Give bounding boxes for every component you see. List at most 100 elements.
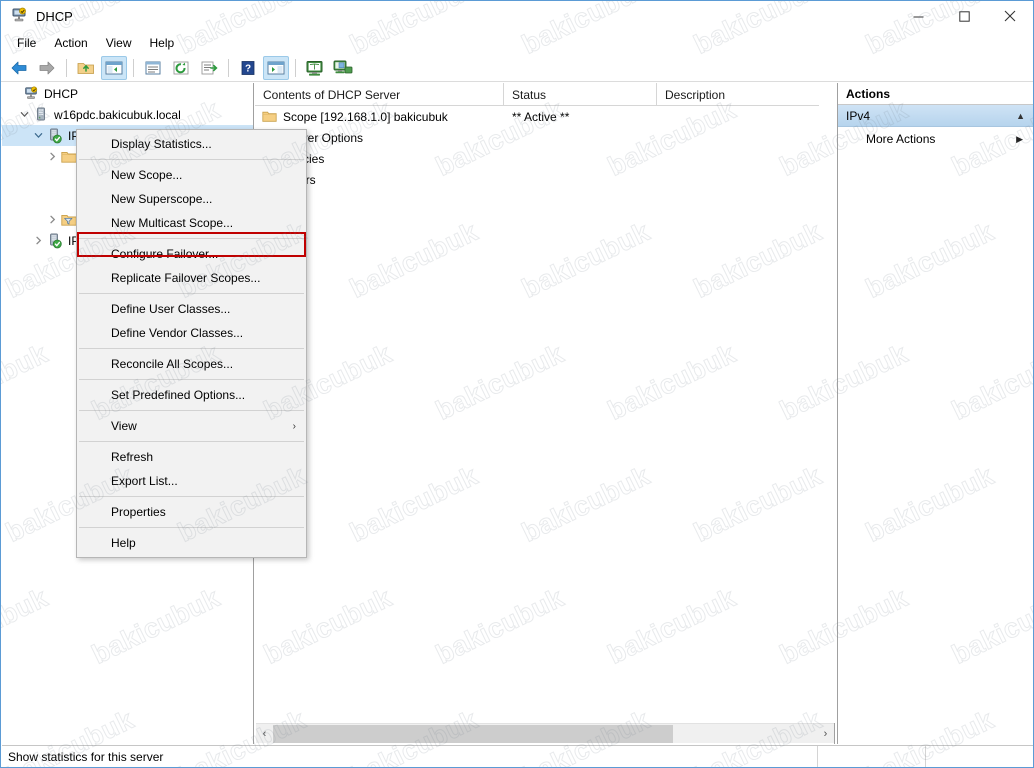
scroll-left-button[interactable]: ‹ — [256, 725, 273, 743]
dhcp-root-icon — [22, 85, 40, 103]
menu-item-configure-failover[interactable]: Configure Failover... — [77, 242, 306, 266]
list-body: Scope [192.168.1.0] bakicubuk ** Active … — [255, 106, 834, 744]
status-bar-text: Show statistics for this server — [8, 750, 164, 764]
chevron-up-icon[interactable]: ▲ — [1016, 111, 1025, 121]
tree-node-label: DHCP — [44, 86, 79, 101]
menu-item-new-multicast-scope[interactable]: New Multicast Scope... — [77, 211, 306, 235]
menu-item-replicate-failover-scopes[interactable]: Replicate Failover Scopes... — [77, 266, 306, 290]
menu-separator — [79, 496, 304, 497]
tree-node-server[interactable]: w16pdc.bakicubuk.local — [2, 104, 253, 125]
menu-item-new-superscope[interactable]: New Superscope... — [77, 187, 306, 211]
export-list-icon[interactable] — [196, 56, 222, 80]
scroll-right-button[interactable]: › — [817, 725, 834, 743]
chevron-right-icon[interactable] — [44, 209, 60, 230]
list-column-headers: Contents of DHCP Server Status Descripti… — [255, 83, 834, 106]
ipv6-icon — [46, 232, 64, 250]
refresh-icon[interactable] — [168, 56, 194, 80]
scrollbar-track[interactable] — [673, 724, 817, 743]
menu-item-display-statistics[interactable]: Display Statistics... — [77, 132, 306, 156]
table-row[interactable]: Scope [192.168.1.0] bakicubuk ** Active … — [255, 106, 834, 127]
action-more-actions[interactable]: More Actions ▶ — [838, 127, 1033, 151]
dhcp-console-window: DHCP File Action View Help ? DHCP w16pdc… — [0, 0, 1034, 768]
menu-help[interactable]: Help — [141, 33, 184, 53]
menu-item-new-scope[interactable]: New Scope... — [77, 163, 306, 187]
chevron-right-icon[interactable] — [44, 146, 60, 167]
window-title: DHCP — [36, 8, 73, 24]
minimize-button[interactable] — [895, 1, 941, 31]
ipv4-icon — [46, 127, 64, 145]
menu-view[interactable]: View — [97, 33, 141, 53]
menu-item-properties[interactable]: Properties — [77, 500, 306, 524]
show-hide-console-tree-icon[interactable] — [101, 56, 127, 80]
tree-twisty[interactable] — [6, 83, 22, 104]
menu-separator — [79, 527, 304, 528]
toolbar-separator — [295, 59, 296, 77]
results-list-pane[interactable]: Contents of DHCP Server Status Descripti… — [255, 83, 835, 744]
menu-separator — [79, 293, 304, 294]
menu-separator — [79, 379, 304, 380]
tree-node-dhcp[interactable]: DHCP — [2, 83, 253, 104]
toolbar-separator — [228, 59, 229, 77]
toolbar-separator — [66, 59, 67, 77]
chevron-right-icon: › — [292, 420, 296, 432]
menu-item-export-list[interactable]: Export List... — [77, 469, 306, 493]
tree-node-label: w16pdc.bakicubuk.local — [54, 107, 181, 122]
menu-item-reconcile-all-scopes[interactable]: Reconcile All Scopes... — [77, 352, 306, 376]
menu-item-label: View — [111, 419, 137, 433]
maximize-button[interactable] — [941, 1, 987, 31]
actions-group-label: IPv4 — [846, 108, 871, 123]
scope-folder-icon — [261, 109, 277, 125]
column-header-status[interactable]: Status — [504, 83, 657, 106]
menu-separator — [79, 410, 304, 411]
server-icon — [32, 106, 50, 124]
menu-item-view[interactable]: View › — [77, 414, 306, 438]
title-bar: DHCP — [1, 1, 1033, 31]
scrollbar-thumb[interactable] — [273, 724, 673, 743]
up-folder-icon[interactable] — [73, 56, 99, 80]
column-header-contents[interactable]: Contents of DHCP Server — [255, 83, 504, 106]
back-icon[interactable] — [6, 56, 32, 80]
menu-separator — [79, 441, 304, 442]
chevron-down-icon[interactable] — [16, 104, 32, 125]
menu-action[interactable]: Action — [45, 33, 96, 53]
menu-separator — [79, 238, 304, 239]
list-horizontal-scrollbar[interactable]: ‹ › — [256, 723, 834, 743]
manage-servers-icon[interactable] — [330, 56, 356, 80]
menu-file[interactable]: File — [8, 33, 45, 53]
menu-item-define-user-classes[interactable]: Define User Classes... — [77, 297, 306, 321]
toolbar-separator — [133, 59, 134, 77]
menu-separator — [79, 348, 304, 349]
table-row[interactable]: Server Options — [255, 127, 834, 148]
add-server-icon[interactable] — [302, 56, 328, 80]
chevron-right-icon[interactable] — [30, 230, 46, 251]
forward-icon[interactable] — [34, 56, 60, 80]
status-bar-segment — [925, 746, 1033, 767]
table-row[interactable]: Filters — [255, 169, 834, 190]
close-button[interactable] — [987, 1, 1033, 31]
list-cell-status: ** Active ** — [512, 109, 570, 124]
action-label: More Actions — [866, 132, 936, 146]
actions-pane: Actions IPv4 ▲ More Actions ▶ — [837, 83, 1033, 744]
column-header-description[interactable]: Description — [657, 83, 833, 106]
tree-twisty — [60, 167, 76, 188]
status-bar: Show statistics for this server — [2, 745, 1033, 767]
list-vertical-scrollbar[interactable] — [819, 83, 835, 723]
chevron-down-icon[interactable] — [30, 125, 46, 146]
actions-pane-title: Actions — [838, 83, 1033, 105]
tree-twisty — [60, 188, 76, 209]
list-cell-name: Scope [192.168.1.0] bakicubuk — [255, 109, 504, 125]
actions-group-ipv4[interactable]: IPv4 ▲ — [838, 105, 1033, 127]
list-row-label: Scope [192.168.1.0] bakicubuk — [283, 109, 448, 124]
menu-item-define-vendor-classes[interactable]: Define Vendor Classes... — [77, 321, 306, 345]
menu-item-help[interactable]: Help — [77, 531, 306, 555]
properties-icon[interactable] — [140, 56, 166, 80]
show-hide-action-pane-icon[interactable] — [263, 56, 289, 80]
help-icon[interactable]: ? — [235, 56, 261, 80]
svg-text:?: ? — [245, 64, 251, 75]
dhcp-server-icon — [10, 7, 28, 25]
menu-item-set-predefined-options[interactable]: Set Predefined Options... — [77, 383, 306, 407]
table-row[interactable]: Policies — [255, 148, 834, 169]
context-menu[interactable]: Display Statistics... New Scope... New S… — [76, 129, 307, 558]
window-controls — [895, 1, 1033, 31]
menu-item-refresh[interactable]: Refresh — [77, 445, 306, 469]
